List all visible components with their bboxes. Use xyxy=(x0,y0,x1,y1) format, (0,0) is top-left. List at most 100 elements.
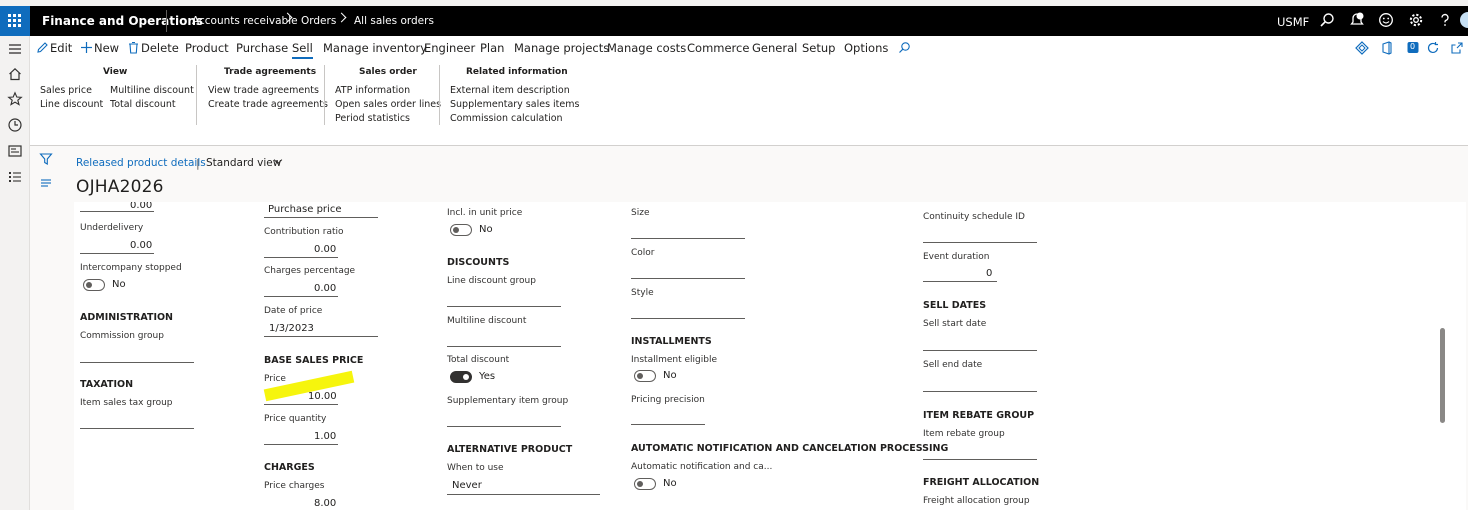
feedback-icon[interactable] xyxy=(1378,12,1394,28)
sell-fasttab-form: 0.00 Underdelivery 0.00 Intercompany sto… xyxy=(74,202,1466,510)
tab-commerce[interactable]: Commerce xyxy=(687,41,749,55)
search-icon[interactable] xyxy=(898,41,911,54)
installment-eligible-toggle[interactable] xyxy=(634,370,656,382)
when-to-use-select[interactable]: Never xyxy=(452,480,482,491)
total-discount-button[interactable]: Total discount xyxy=(110,99,176,110)
atp-information-button[interactable]: ATP information xyxy=(335,85,410,96)
price-quantity-field[interactable]: 1.00 xyxy=(314,431,336,442)
view-selector[interactable]: Standard view xyxy=(206,157,281,169)
attachments-count-badge: 0 xyxy=(1410,42,1416,51)
contribution-ratio-field[interactable]: 0.00 xyxy=(314,244,336,255)
help-icon[interactable] xyxy=(1437,12,1453,28)
intercompany-stopped-toggle[interactable] xyxy=(83,279,105,291)
field-underline xyxy=(80,253,154,254)
released-product-details-link[interactable]: Released product details xyxy=(76,157,206,169)
sell-end-date-field[interactable] xyxy=(923,391,1037,392)
vertical-scrollbar[interactable] xyxy=(1440,328,1445,423)
item-sales-tax-group-field[interactable] xyxy=(80,428,194,429)
supplementary-item-group-field[interactable] xyxy=(447,426,561,427)
tab-manage-inventory[interactable]: Manage inventory xyxy=(323,41,427,55)
base-price-field[interactable]: Purchase price xyxy=(268,204,341,215)
favorites-star-icon[interactable] xyxy=(7,91,23,107)
charges-percentage-field[interactable]: 0.00 xyxy=(314,283,336,294)
tab-setup[interactable]: Setup xyxy=(802,41,835,55)
search-icon[interactable] xyxy=(1319,12,1335,28)
automatic-notification-toggle[interactable] xyxy=(634,478,656,490)
open-sales-order-lines-button[interactable]: Open sales order lines xyxy=(335,99,441,110)
color-field[interactable] xyxy=(631,278,745,279)
office-icon[interactable] xyxy=(1380,41,1394,55)
tab-purchase[interactable]: Purchase xyxy=(236,41,288,55)
sell-start-date-field[interactable] xyxy=(923,350,1037,351)
edit-button[interactable]: Edit xyxy=(50,41,72,55)
date-of-price-field[interactable]: 1/3/2023 xyxy=(269,323,314,334)
breadcrumb-orders[interactable]: Orders xyxy=(301,15,336,27)
supplementary-sales-items-button[interactable]: Supplementary sales items xyxy=(450,99,579,110)
alternative-product-heading: ALTERNATIVE PRODUCT xyxy=(447,444,573,455)
related-info-lines-icon[interactable] xyxy=(39,176,53,190)
new-button[interactable]: New xyxy=(94,41,119,55)
menu-icon[interactable] xyxy=(7,41,23,57)
multiline-discount-button[interactable]: Multiline discount xyxy=(110,85,194,96)
color-label: Color xyxy=(631,248,655,258)
tab-sell[interactable]: Sell xyxy=(292,41,313,59)
item-rebate-group-field[interactable] xyxy=(923,459,1037,460)
sales-price-button[interactable]: Sales price xyxy=(40,85,92,96)
tab-general[interactable]: General xyxy=(752,41,797,55)
tab-product[interactable]: Product xyxy=(185,41,229,55)
field-underline xyxy=(264,257,338,258)
recent-clock-icon[interactable] xyxy=(7,117,23,133)
tab-manage-costs[interactable]: Manage costs xyxy=(607,41,686,55)
field-underline xyxy=(264,404,338,405)
company-picker[interactable]: USMF xyxy=(1277,15,1309,29)
price-charges-field[interactable]: 8.00 xyxy=(314,498,336,509)
group-trade-agreements-label: Trade agreements xyxy=(224,67,317,77)
power-apps-icon[interactable] xyxy=(1355,41,1369,55)
commission-calculation-button[interactable]: Commission calculation xyxy=(450,113,563,124)
total-discount-toggle[interactable] xyxy=(450,371,472,383)
size-label: Size xyxy=(631,208,650,218)
avatar[interactable] xyxy=(1460,12,1468,28)
caption-separator: | xyxy=(196,157,200,170)
refresh-icon[interactable] xyxy=(1426,41,1440,55)
filter-icon[interactable] xyxy=(39,152,53,166)
charges-percentage-label: Charges percentage xyxy=(264,266,356,276)
workspaces-icon[interactable] xyxy=(7,143,23,159)
modules-list-icon[interactable] xyxy=(7,169,23,185)
external-item-description-button[interactable]: External item description xyxy=(450,85,570,96)
line-discount-group-field[interactable] xyxy=(447,306,561,307)
create-trade-agreements-button[interactable]: Create trade agreements xyxy=(208,99,328,110)
settings-icon[interactable] xyxy=(1408,12,1424,28)
line-discount-button[interactable]: Line discount xyxy=(40,99,103,110)
date-of-price-label: Date of price xyxy=(264,306,323,316)
field-underline xyxy=(80,211,154,212)
tab-plan[interactable]: Plan xyxy=(480,41,504,55)
commission-group-field[interactable] xyxy=(80,362,194,363)
open-new-window-icon[interactable] xyxy=(1450,41,1464,55)
period-statistics-button[interactable]: Period statistics xyxy=(335,113,410,124)
automatic-notification-heading: AUTOMATIC NOTIFICATION AND CANCELATION P… xyxy=(631,443,949,454)
app-launcher-icon[interactable] xyxy=(0,6,30,36)
incl-in-unit-price-toggle[interactable] xyxy=(450,224,472,236)
multiline-discount-field[interactable] xyxy=(447,346,561,347)
item-sales-tax-group-label: Item sales tax group xyxy=(80,398,173,408)
pricing-precision-field[interactable] xyxy=(631,424,705,425)
underdelivery-field[interactable]: 0.00 xyxy=(130,240,152,251)
home-icon[interactable] xyxy=(7,66,23,82)
administration-heading: ADMINISTRATION xyxy=(80,312,174,323)
group-divider xyxy=(196,65,197,125)
event-duration-label: Event duration xyxy=(923,252,990,262)
event-duration-field[interactable]: 0 xyxy=(986,268,992,279)
continuity-schedule-id-field[interactable] xyxy=(923,242,1037,243)
view-trade-agreements-button[interactable]: View trade agreements xyxy=(208,85,319,96)
style-field[interactable] xyxy=(631,318,745,319)
overdelivery-value[interactable]: 0.00 xyxy=(130,202,152,211)
delete-button[interactable]: Delete xyxy=(141,41,179,55)
tab-options[interactable]: Options xyxy=(844,41,888,55)
price-field[interactable]: 10.00 xyxy=(308,391,337,402)
breadcrumb-all-sales-orders[interactable]: All sales orders xyxy=(354,15,434,27)
notification-icon[interactable] xyxy=(1349,12,1365,28)
tab-manage-projects[interactable]: Manage projects xyxy=(514,41,609,55)
size-field[interactable] xyxy=(631,238,745,239)
tab-engineer[interactable]: Engineer xyxy=(424,41,475,55)
